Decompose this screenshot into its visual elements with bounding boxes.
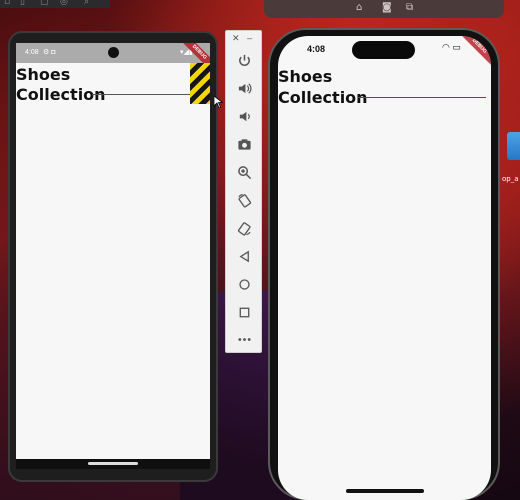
toolbar-icon[interactable]: ▫ <box>4 0 10 7</box>
ios-page-title: Shoes Collection <box>278 66 368 108</box>
back-button[interactable] <box>232 245 256 267</box>
home-circle-icon <box>238 278 250 290</box>
ios-home-indicator[interactable] <box>346 489 424 493</box>
android-page-title: Shoes Collection <box>16 65 106 105</box>
rotate-right-button[interactable] <box>232 217 256 239</box>
power-button[interactable] <box>232 49 256 71</box>
mac-toolbar: ▫ ▯ ▢ ◎ ⌕ <box>0 0 110 8</box>
more-dots-icon <box>237 337 251 341</box>
desktop-folder-icon[interactable] <box>507 132 520 160</box>
ios-dynamic-island <box>352 41 415 59</box>
zoom-button[interactable] <box>232 161 256 183</box>
title-line-2: Collection <box>278 88 368 107</box>
android-camera-cutout <box>108 47 119 58</box>
wifi-icon: ◠ <box>442 42 450 52</box>
overflow-warning-stripes <box>190 63 210 104</box>
title-line-1: Shoes <box>278 67 333 86</box>
title-line-2: Collection <box>16 85 106 104</box>
android-screen: 4:08 ⚙ ◘ ▾◢▮ DEBUG Shoes Collection <box>16 43 210 460</box>
home-button[interactable] <box>232 273 256 295</box>
android-notification-icons: ⚙ ◘ <box>43 49 56 56</box>
android-home-gesture-pill[interactable] <box>88 462 138 465</box>
screenshot-button[interactable] <box>232 133 256 155</box>
camera-icon <box>237 138 251 150</box>
toolbar-icon[interactable]: ◎ <box>60 0 68 7</box>
android-nav-bar <box>16 459 210 469</box>
ios-status-time: 4:08 <box>307 44 326 54</box>
window-controls: ✕ – <box>232 33 252 44</box>
minimize-icon[interactable]: – <box>247 33 252 43</box>
ios-title-divider <box>358 97 486 98</box>
screenshot-icon[interactable]: ◙ <box>382 2 392 13</box>
toolbar-icon[interactable]: ▢ <box>40 0 49 7</box>
desktop-icon-label: op_a <box>502 175 519 183</box>
back-triangle-icon <box>239 250 249 262</box>
volume-up-icon <box>238 82 252 94</box>
overview-button[interactable] <box>232 301 256 323</box>
overview-square-icon <box>239 307 249 317</box>
volume-up-button[interactable] <box>232 77 256 99</box>
ios-status-icons: ◠ ▭ <box>442 42 461 53</box>
more-button[interactable] <box>232 328 256 350</box>
close-icon[interactable]: ✕ <box>232 33 240 43</box>
home-icon[interactable]: ⌂ <box>356 2 362 13</box>
zoom-icon <box>237 165 251 179</box>
battery-icon: ▭ <box>452 42 461 52</box>
rotate-right-icon <box>237 221 251 236</box>
android-title-divider <box>92 94 192 95</box>
ios-screen: 4:08 ◠ ▭ DEBUG Shoes Collection <box>278 36 491 500</box>
power-icon <box>238 54 250 66</box>
mouse-cursor-icon <box>214 96 223 108</box>
android-status-time: 4:08 <box>25 49 39 56</box>
title-line-1: Shoes <box>16 65 71 84</box>
rotate-icon[interactable]: ⧉ <box>406 2 413 13</box>
volume-down-button[interactable] <box>232 105 256 127</box>
toolbar-icon[interactable]: ▯ <box>20 0 25 7</box>
rotate-left-icon <box>237 193 251 208</box>
search-icon[interactable]: ⌕ <box>84 0 89 7</box>
rotate-left-button[interactable] <box>232 189 256 211</box>
emulator-toolbar: ✕ – <box>225 30 262 353</box>
simulator-title-bar: ⌂ ◙ ⧉ <box>264 0 504 18</box>
android-status-bar: 4:08 ⚙ ◘ ▾◢▮ <box>16 43 210 63</box>
volume-down-icon <box>239 111 250 121</box>
